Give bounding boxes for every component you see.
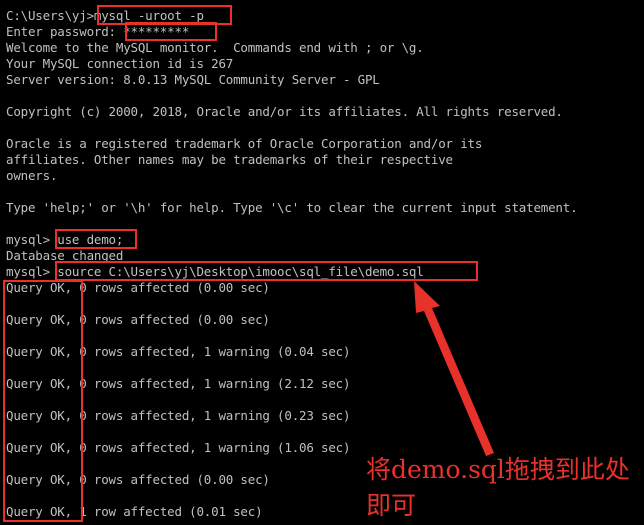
arrow-shape	[414, 281, 494, 456]
annotation-text: 将demo.sql拖拽到此处即可	[366, 455, 630, 520]
annotation-arrow	[414, 281, 494, 456]
console-window[interactable]: C:\Users\yj>mysql -uroot -p Enter passwor…	[0, 0, 644, 525]
